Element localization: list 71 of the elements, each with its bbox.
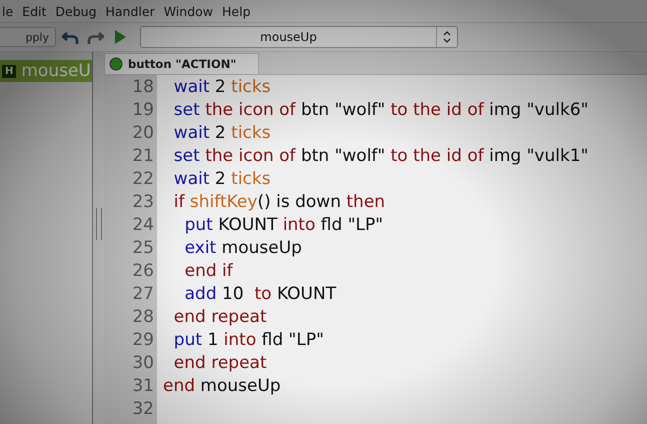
code-token: the icon of xyxy=(204,100,296,120)
code-token: 2 xyxy=(214,122,227,142)
code-token: to xyxy=(254,284,272,304)
handler-list-entry[interactable]: H mouseU xyxy=(0,60,92,82)
line-number: 21 xyxy=(131,146,154,166)
code-token: to the id of xyxy=(390,100,484,120)
line-number: 27 xyxy=(131,284,154,304)
code-token: add xyxy=(184,284,217,304)
status-dot-icon xyxy=(109,57,123,71)
code-token: 2 xyxy=(214,168,227,188)
code-token: shiftKey xyxy=(188,192,258,212)
code-token: ticks xyxy=(231,76,271,96)
code-token: fld "LP" xyxy=(260,330,324,350)
line-number: 24 xyxy=(131,214,154,234)
code-token: img "vulk6" xyxy=(488,100,588,120)
code-token: wait xyxy=(172,76,210,96)
code-token: fld "LP" xyxy=(320,214,384,234)
apply-button[interactable]: pply xyxy=(0,27,56,47)
code-token: the icon of xyxy=(204,146,296,166)
code-token: end repeat xyxy=(172,352,267,372)
menu-item[interactable]: Window xyxy=(164,4,214,18)
code-token: put xyxy=(172,330,202,350)
code-token: wait xyxy=(172,122,210,142)
line-number: 18 xyxy=(131,76,154,96)
code-token: then xyxy=(346,192,386,212)
code-token: end if xyxy=(184,260,233,280)
code-token: wait xyxy=(172,168,210,188)
line-number: 29 xyxy=(131,330,154,350)
code-token: if xyxy=(172,192,185,212)
line-number: 19 xyxy=(131,100,154,120)
code-token: btn "wolf" xyxy=(300,146,386,166)
line-number: 28 xyxy=(131,306,154,326)
code-token: set xyxy=(172,146,200,166)
line-number: 23 xyxy=(131,192,154,212)
menu-item[interactable]: le xyxy=(2,4,14,18)
code-token: img "vulk1" xyxy=(488,146,588,166)
code-token: 10 xyxy=(221,284,245,304)
code-token: into xyxy=(224,330,256,350)
code-token: btn "wolf" xyxy=(300,100,386,120)
code-token: end repeat xyxy=(172,306,267,326)
line-number: 30 xyxy=(131,352,154,372)
code-token: to the id of xyxy=(390,146,484,166)
code-token: KOUNT xyxy=(276,284,336,304)
code-token: ticks xyxy=(231,122,271,142)
line-number: 32 xyxy=(131,398,154,418)
menu-item[interactable]: Debug xyxy=(55,4,96,18)
code-token: KOUNT xyxy=(217,214,278,234)
code-token: into xyxy=(282,214,316,234)
code-token: 2 xyxy=(214,76,227,96)
code-token: 1 xyxy=(206,330,220,350)
editor-tab[interactable]: button "ACTION" xyxy=(104,53,260,74)
code-token: end xyxy=(163,376,196,396)
code-token: ticks xyxy=(231,168,271,188)
code-token: () is down xyxy=(257,192,342,212)
line-number: 25 xyxy=(131,238,154,258)
updown-arrows-icon xyxy=(442,30,452,44)
splitter-handle[interactable] xyxy=(96,208,102,240)
code-token: put xyxy=(184,214,213,234)
handler-badge: H xyxy=(2,64,16,78)
line-number: 20 xyxy=(131,122,154,142)
line-number: 31 xyxy=(131,376,154,396)
code-token: exit xyxy=(184,238,216,258)
menu-item[interactable]: Help xyxy=(222,4,251,18)
handler-select[interactable]: mouseUp xyxy=(140,26,458,48)
line-number: 26 xyxy=(131,260,154,280)
code-token: mouseUp xyxy=(199,376,281,396)
menu-item[interactable]: Handler xyxy=(106,4,155,18)
line-number: 22 xyxy=(131,168,154,188)
menu-item[interactable]: Edit xyxy=(22,4,46,18)
code-token: mouseUp xyxy=(220,238,302,258)
code-token: set xyxy=(172,100,200,120)
